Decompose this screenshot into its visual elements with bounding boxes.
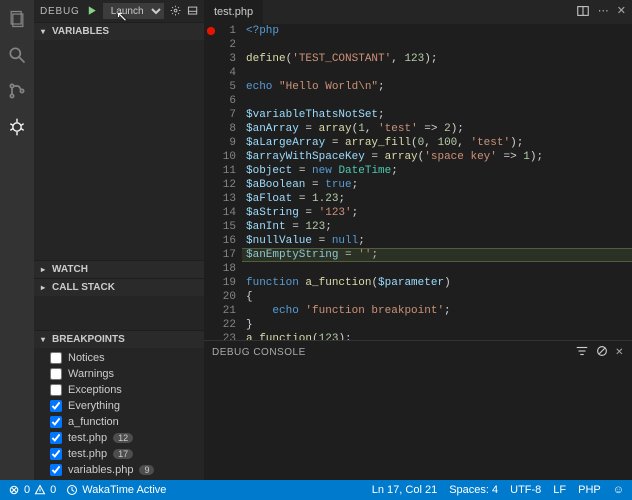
debug-console-title: DEBUG CONSOLE (212, 347, 306, 358)
breakpoint-label: Everything (68, 400, 120, 412)
breakpoint-item[interactable]: Everything (34, 398, 204, 414)
variables-body (34, 40, 204, 260)
callstack-label: CALL STACK (52, 282, 115, 293)
activity-bar (0, 0, 34, 480)
breakpoint-gutter[interactable] (204, 24, 218, 340)
breakpoint-item[interactable]: test.php 12 (34, 430, 204, 446)
launch-config-select[interactable]: Launch (103, 3, 164, 19)
chevron-down-icon: ▾ (38, 335, 48, 344)
breakpoint-checkbox[interactable] (50, 464, 62, 476)
code-content[interactable]: <?phpdefine('TEST_CONSTANT', 123);echo "… (242, 24, 632, 340)
debug-console-panel: DEBUG CONSOLE ✕ (204, 340, 632, 480)
breakpoint-label: Warnings (68, 368, 114, 380)
current-line-highlight (242, 248, 632, 262)
clear-icon[interactable] (595, 344, 609, 361)
tab-test-php[interactable]: test.php (204, 0, 264, 24)
debug-sidebar: DEBUG Launch ↖ ▾ VARIABLES ▸ WATCH ▸ CAL… (34, 0, 204, 480)
more-icon[interactable]: ⋯ (598, 4, 609, 21)
indent-spaces[interactable]: Spaces: 4 (449, 484, 498, 496)
debug-header: DEBUG Launch ↖ (34, 0, 204, 22)
breakpoint-label: variables.php (68, 464, 133, 476)
breakpoint-label: a_function (68, 416, 119, 428)
callstack-section[interactable]: ▸ CALL STACK (34, 278, 204, 296)
debug-icon[interactable] (6, 116, 28, 138)
breakpoints-section[interactable]: ▾ BREAKPOINTS (34, 330, 204, 348)
source-control-icon[interactable] (6, 80, 28, 102)
filter-icon[interactable] (575, 344, 589, 361)
breakpoint-line-badge: 9 (139, 465, 154, 475)
status-bar: 0 0 WakaTime Active Ln 17, Col 21 Spaces… (0, 480, 632, 500)
breakpoint-checkbox[interactable] (50, 352, 62, 364)
breakpoint-label: Notices (68, 352, 105, 364)
watch-label: WATCH (52, 264, 88, 275)
breakpoint-dot[interactable] (207, 27, 215, 35)
settings-gear-icon[interactable] (170, 4, 181, 18)
breakpoint-label: test.php (68, 432, 107, 444)
breakpoint-label: test.php (68, 448, 107, 460)
close-icon[interactable]: ✕ (617, 4, 626, 21)
breakpoint-checkbox[interactable] (50, 368, 62, 380)
breakpoint-item[interactable]: variables.php 9 (34, 462, 204, 478)
chevron-down-icon: ▾ (38, 27, 48, 36)
split-editor-icon[interactable] (576, 4, 590, 21)
cursor-position[interactable]: Ln 17, Col 21 (372, 484, 437, 496)
breakpoint-checkbox[interactable] (50, 400, 62, 412)
breakpoint-checkbox[interactable] (50, 384, 62, 396)
breakpoint-item[interactable]: Warnings (34, 366, 204, 382)
wakatime-status[interactable]: WakaTime Active (66, 484, 166, 496)
chevron-right-icon: ▸ (38, 283, 48, 292)
errors-warnings[interactable]: 0 0 (8, 484, 56, 496)
chevron-right-icon: ▸ (38, 265, 48, 274)
console-toggle-icon[interactable] (187, 4, 198, 18)
breakpoint-line-badge: 17 (113, 449, 133, 459)
breakpoint-item[interactable]: Exceptions (34, 382, 204, 398)
breakpoint-line-badge: 12 (113, 433, 133, 443)
language-mode[interactable]: PHP (578, 484, 601, 496)
breakpoint-checkbox[interactable] (50, 432, 62, 444)
eol[interactable]: LF (553, 484, 566, 496)
callstack-body (34, 296, 204, 330)
breakpoint-item[interactable]: Notices (34, 350, 204, 366)
editor-area: test.php ⋯ ✕ 123456789101112131415161718… (204, 0, 632, 480)
editor-tabs: test.php ⋯ ✕ (204, 0, 632, 24)
breakpoint-item[interactable]: test.php 17 (34, 446, 204, 462)
breakpoint-checkbox[interactable] (50, 416, 62, 428)
variables-section[interactable]: ▾ VARIABLES (34, 22, 204, 40)
explorer-icon[interactable] (6, 8, 28, 30)
feedback-icon[interactable]: ☺ (613, 484, 624, 496)
close-panel-icon[interactable]: ✕ (615, 347, 624, 358)
search-icon[interactable] (6, 44, 28, 66)
line-number-gutter: 1234567891011121314151617181920212223242… (218, 24, 242, 340)
breakpoint-label: Exceptions (68, 384, 122, 396)
code-editor[interactable]: 1234567891011121314151617181920212223242… (204, 24, 632, 340)
start-debug-icon[interactable] (86, 4, 97, 18)
debug-title: DEBUG (40, 6, 80, 17)
breakpoint-checkbox[interactable] (50, 448, 62, 460)
breakpoints-list: Notices Warnings Exceptions Everything a_fun… (34, 348, 204, 480)
breakpoints-label: BREAKPOINTS (52, 334, 125, 345)
breakpoint-item[interactable]: a_function (34, 414, 204, 430)
encoding[interactable]: UTF-8 (510, 484, 541, 496)
watch-section[interactable]: ▸ WATCH (34, 260, 204, 278)
variables-label: VARIABLES (52, 26, 109, 37)
